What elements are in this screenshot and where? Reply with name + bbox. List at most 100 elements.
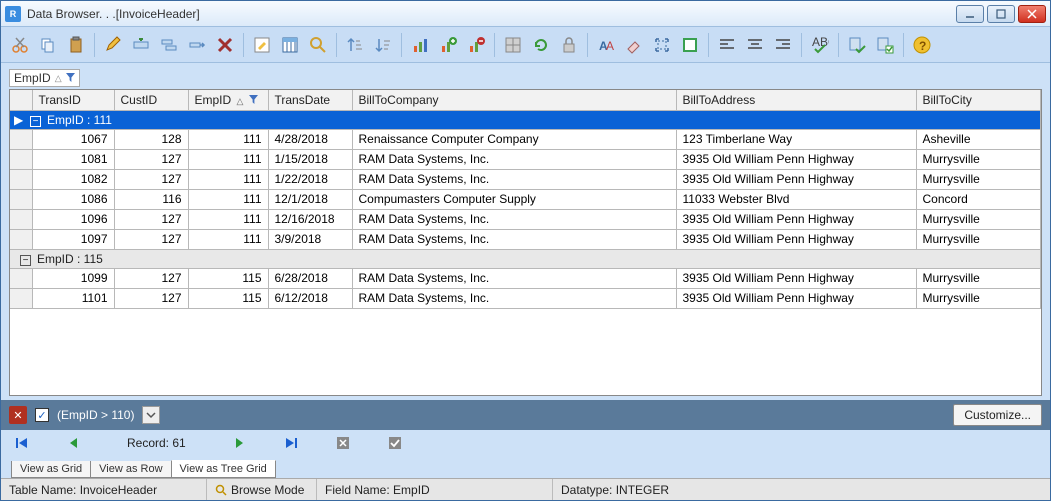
close-button[interactable] xyxy=(1018,5,1046,23)
sort-asc-icon[interactable] xyxy=(342,32,368,58)
cell-transdate[interactable]: 12/1/2018 xyxy=(268,189,352,209)
duplicate-row-icon[interactable] xyxy=(156,32,182,58)
delete-icon[interactable] xyxy=(212,32,238,58)
col-billtocity[interactable]: BillToCity xyxy=(916,90,1041,110)
cell-empid[interactable]: 115 xyxy=(188,288,268,308)
chart-remove-icon[interactable] xyxy=(463,32,489,58)
cell-empid[interactable]: 111 xyxy=(188,149,268,169)
cell-billtoaddress[interactable]: 11033 Webster Blvd xyxy=(676,189,916,209)
minimize-button[interactable] xyxy=(956,5,984,23)
find-icon[interactable] xyxy=(305,32,331,58)
insert-row-icon[interactable] xyxy=(128,32,154,58)
cell-empid[interactable]: 111 xyxy=(188,169,268,189)
cell-billtocompany[interactable]: RAM Data Systems, Inc. xyxy=(352,268,676,288)
table-row[interactable]: 108611611112/1/2018Compumasters Computer… xyxy=(10,189,1041,209)
table-row[interactable]: 109612711112/16/2018RAM Data Systems, In… xyxy=(10,209,1041,229)
row-handle[interactable] xyxy=(10,229,32,249)
cell-billtocompany[interactable]: RAM Data Systems, Inc. xyxy=(352,209,676,229)
cell-custid[interactable]: 116 xyxy=(114,189,188,209)
cell-custid[interactable]: 127 xyxy=(114,169,188,189)
group-header-row[interactable]: ▶−EmpID : 111 xyxy=(10,110,1041,129)
cell-custid[interactable]: 128 xyxy=(114,129,188,149)
cell-billtocity[interactable]: Murrysville xyxy=(916,209,1041,229)
group-chip-empid[interactable]: EmpID △ xyxy=(9,69,80,87)
refresh-icon[interactable] xyxy=(528,32,554,58)
cell-billtocompany[interactable]: RAM Data Systems, Inc. xyxy=(352,288,676,308)
table-row[interactable]: 10971271113/9/2018RAM Data Systems, Inc.… xyxy=(10,229,1041,249)
col-billtocompany[interactable]: BillToCompany xyxy=(352,90,676,110)
cell-empid[interactable]: 111 xyxy=(188,229,268,249)
cell-billtocity[interactable]: Murrysville xyxy=(916,288,1041,308)
cell-custid[interactable]: 127 xyxy=(114,288,188,308)
row-handle[interactable] xyxy=(10,149,32,169)
cell-billtoaddress[interactable]: 3935 Old William Penn Highway xyxy=(676,149,916,169)
cell-billtocompany[interactable]: RAM Data Systems, Inc. xyxy=(352,169,676,189)
table-row[interactable]: 10991271156/28/2018RAM Data Systems, Inc… xyxy=(10,268,1041,288)
cell-transdate[interactable]: 12/16/2018 xyxy=(268,209,352,229)
cell-transdate[interactable]: 1/15/2018 xyxy=(268,149,352,169)
spellcheck-icon[interactable]: ABC xyxy=(807,32,833,58)
cell-custid[interactable]: 127 xyxy=(114,268,188,288)
highlight-icon[interactable] xyxy=(677,32,703,58)
nav-prev-button[interactable] xyxy=(65,434,83,452)
col-billtoaddress[interactable]: BillToAddress xyxy=(676,90,916,110)
cell-billtocompany[interactable]: Compumasters Computer Supply xyxy=(352,189,676,209)
nav-first-button[interactable] xyxy=(13,434,31,452)
nav-cancel-button[interactable] xyxy=(334,434,352,452)
col-transdate[interactable]: TransDate xyxy=(268,90,352,110)
cell-transid[interactable]: 1097 xyxy=(32,229,114,249)
cell-billtoaddress[interactable]: 3935 Old William Penn Highway xyxy=(676,229,916,249)
cell-custid[interactable]: 127 xyxy=(114,149,188,169)
eraser-icon[interactable] xyxy=(621,32,647,58)
filter-enable-checkbox[interactable]: ✓ xyxy=(35,408,49,422)
cell-billtoaddress[interactable]: 3935 Old William Penn Highway xyxy=(676,169,916,189)
help-icon[interactable]: ? xyxy=(909,32,935,58)
align-left-icon[interactable] xyxy=(714,32,740,58)
cell-billtoaddress[interactable]: 123 Timberlane Way xyxy=(676,129,916,149)
cell-custid[interactable]: 127 xyxy=(114,229,188,249)
table-columns-icon[interactable] xyxy=(277,32,303,58)
cell-transdate[interactable]: 1/22/2018 xyxy=(268,169,352,189)
sort-desc-icon[interactable] xyxy=(370,32,396,58)
cell-billtoaddress[interactable]: 3935 Old William Penn Highway xyxy=(676,288,916,308)
cell-transdate[interactable]: 4/28/2018 xyxy=(268,129,352,149)
maximize-button[interactable] xyxy=(987,5,1015,23)
cell-billtocity[interactable]: Murrysville xyxy=(916,149,1041,169)
fullscreen-icon[interactable] xyxy=(649,32,675,58)
cell-transid[interactable]: 1101 xyxy=(32,288,114,308)
move-row-icon[interactable] xyxy=(184,32,210,58)
table-row[interactable]: 10821271111/22/2018RAM Data Systems, Inc… xyxy=(10,169,1041,189)
cell-billtocompany[interactable]: RAM Data Systems, Inc. xyxy=(352,149,676,169)
nav-next-button[interactable] xyxy=(230,434,248,452)
cell-billtoaddress[interactable]: 3935 Old William Penn Highway xyxy=(676,268,916,288)
cell-custid[interactable]: 127 xyxy=(114,209,188,229)
clear-filter-button[interactable]: ✕ xyxy=(9,406,27,424)
align-center-icon[interactable] xyxy=(742,32,768,58)
nav-last-button[interactable] xyxy=(282,434,300,452)
grid-icon[interactable] xyxy=(500,32,526,58)
cell-billtocity[interactable]: Murrysville xyxy=(916,229,1041,249)
lock-icon[interactable] xyxy=(556,32,582,58)
cell-empid[interactable]: 111 xyxy=(188,129,268,149)
align-right-icon[interactable] xyxy=(770,32,796,58)
cell-empid[interactable]: 115 xyxy=(188,268,268,288)
cell-billtocity[interactable]: Asheville xyxy=(916,129,1041,149)
check-all-icon[interactable] xyxy=(872,32,898,58)
cell-billtocity[interactable]: Murrysville xyxy=(916,268,1041,288)
tab-view-tree-grid[interactable]: View as Tree Grid xyxy=(171,460,276,478)
row-handle[interactable] xyxy=(10,209,32,229)
cell-billtocompany[interactable]: RAM Data Systems, Inc. xyxy=(352,229,676,249)
cell-transid[interactable]: 1086 xyxy=(32,189,114,209)
table-row[interactable]: 10811271111/15/2018RAM Data Systems, Inc… xyxy=(10,149,1041,169)
check-task-icon[interactable] xyxy=(844,32,870,58)
cell-transdate[interactable]: 6/12/2018 xyxy=(268,288,352,308)
cell-transid[interactable]: 1081 xyxy=(32,149,114,169)
table-row[interactable]: 10671281114/28/2018Renaissance Computer … xyxy=(10,129,1041,149)
copy-icon[interactable] xyxy=(35,32,61,58)
row-handle[interactable] xyxy=(10,268,32,288)
cell-transid[interactable]: 1099 xyxy=(32,268,114,288)
cell-transid[interactable]: 1096 xyxy=(32,209,114,229)
cell-transid[interactable]: 1082 xyxy=(32,169,114,189)
table-row[interactable]: 11011271156/12/2018RAM Data Systems, Inc… xyxy=(10,288,1041,308)
filter-dropdown[interactable] xyxy=(142,406,160,424)
